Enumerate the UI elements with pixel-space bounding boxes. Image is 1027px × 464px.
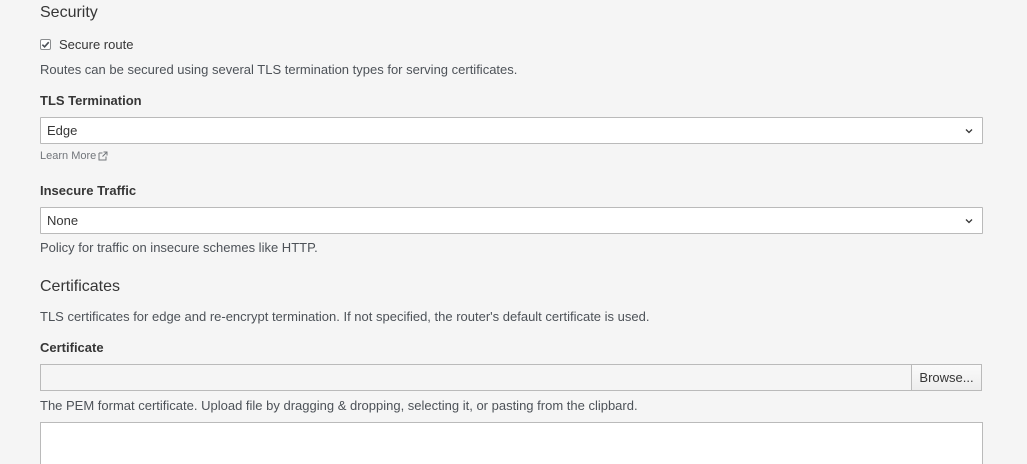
chevron-down-icon [965,219,973,224]
tls-termination-value: Edge [47,123,78,138]
certificate-textarea[interactable] [40,422,983,464]
certificate-file-picker[interactable]: Browse... [40,364,982,391]
learn-more-link[interactable]: Learn More [40,150,108,162]
external-link-icon [98,151,108,161]
chevron-down-icon [965,129,973,134]
certificate-filename-field[interactable] [40,364,911,391]
certificates-section-title: Certificates [40,278,121,295]
route-security-form: Security Secure route Routes can be secu… [0,0,1027,464]
certificate-help-text: The PEM format certificate. Upload file … [40,398,638,413]
certificate-label: Certificate [40,340,104,355]
security-section-title: Security [40,4,98,21]
insecure-traffic-value: None [47,213,79,228]
insecure-traffic-select[interactable]: None [40,207,983,234]
certificates-help-text: TLS certificates for edge and re-encrypt… [40,309,650,324]
learn-more-label[interactable]: Learn More [40,150,96,162]
checkmark-icon [41,41,50,49]
insecure-traffic-label: Insecure Traffic [40,183,137,198]
secure-route-checkbox[interactable] [40,39,51,50]
secure-route-checkbox-row[interactable]: Secure route [40,37,133,52]
browse-button[interactable]: Browse... [911,364,982,391]
security-help-text: Routes can be secured using several TLS … [40,62,518,77]
secure-route-label[interactable]: Secure route [59,37,133,52]
tls-termination-select[interactable]: Edge [40,117,983,144]
tls-termination-label: TLS Termination [40,93,142,108]
insecure-traffic-help-text: Policy for traffic on insecure schemes l… [40,240,318,255]
